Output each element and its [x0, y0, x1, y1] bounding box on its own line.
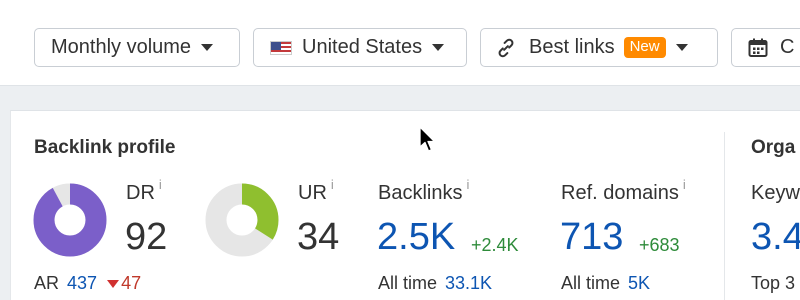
monthly-volume-label: Monthly volume — [51, 36, 192, 58]
ref-domains-info-icon[interactable]: i — [683, 177, 686, 192]
ref-domains-label: Ref. domains i — [561, 177, 686, 205]
dr-value: 92 — [125, 216, 168, 258]
ar-change: 47 — [121, 273, 142, 293]
best-links-label: Best links — [529, 36, 615, 58]
ur-label-text: UR — [298, 182, 327, 204]
chevron-down-icon — [201, 44, 214, 51]
mouse-cursor — [419, 126, 436, 152]
dr-label-text: DR — [126, 182, 155, 204]
backlinks-label: Backlinks i — [378, 177, 469, 205]
best-links-dropdown[interactable]: Best links New — [480, 28, 718, 67]
backlinks-delta: +2.4K — [471, 235, 519, 255]
dr-label: DR i — [126, 177, 162, 205]
dr-gauge-fill — [33, 183, 107, 257]
backlinks-all-time: All time 33.1K — [378, 273, 492, 294]
down-triangle-icon — [107, 279, 120, 288]
ar-value[interactable]: 437 — [67, 273, 97, 293]
backlink-profile-title: Backlink profile — [34, 137, 176, 158]
ur-gauge — [205, 183, 279, 257]
ref-domains-label-text: Ref. domains — [561, 182, 679, 204]
section-divider — [724, 132, 725, 300]
ar-row: AR 437 47 — [34, 273, 141, 294]
backlinks-info-icon[interactable]: i — [466, 177, 469, 192]
ur-label: UR i — [298, 177, 334, 205]
dr-info-icon[interactable]: i — [159, 177, 162, 192]
backlinks-all-time-value[interactable]: 33.1K — [445, 273, 492, 293]
ref-domains-all-time: All time 5K — [561, 273, 650, 294]
ref-domains-all-time-value[interactable]: 5K — [628, 273, 650, 293]
calendar-icon — [748, 38, 768, 57]
ref-domains-all-time-label: All time — [561, 273, 621, 293]
chevron-down-icon — [675, 44, 688, 51]
link-icon — [498, 38, 514, 57]
backlinks-label-text: Backlinks — [378, 182, 463, 204]
date-label: C — [780, 36, 795, 58]
country-label: United States — [302, 36, 423, 58]
chevron-down-icon — [432, 44, 445, 51]
ur-info-icon[interactable]: i — [331, 177, 334, 192]
keywords-label: Keyw — [751, 182, 800, 204]
ref-domains-value[interactable]: 713 — [560, 218, 623, 256]
country-dropdown[interactable]: United States — [253, 28, 467, 67]
date-dropdown[interactable]: C — [731, 28, 800, 67]
organic-keywords-value[interactable]: 3.4 — [751, 218, 800, 256]
ur-value: 34 — [297, 216, 340, 258]
backlinks-all-time-label: All time — [378, 273, 438, 293]
ar-label: AR — [34, 273, 60, 293]
monthly-volume-dropdown[interactable]: Monthly volume — [34, 28, 240, 67]
backlinks-value[interactable]: 2.5K — [377, 218, 455, 256]
organic-title: Orga — [751, 137, 796, 158]
us-flag-icon — [270, 40, 292, 55]
dr-gauge — [33, 183, 107, 257]
organic-top3-label: Top 3 — [751, 273, 796, 293]
filter-toolbar: Monthly volume United States Best links … — [0, 0, 800, 86]
ref-domains-delta: +683 — [639, 235, 680, 255]
new-badge: New — [623, 37, 666, 58]
